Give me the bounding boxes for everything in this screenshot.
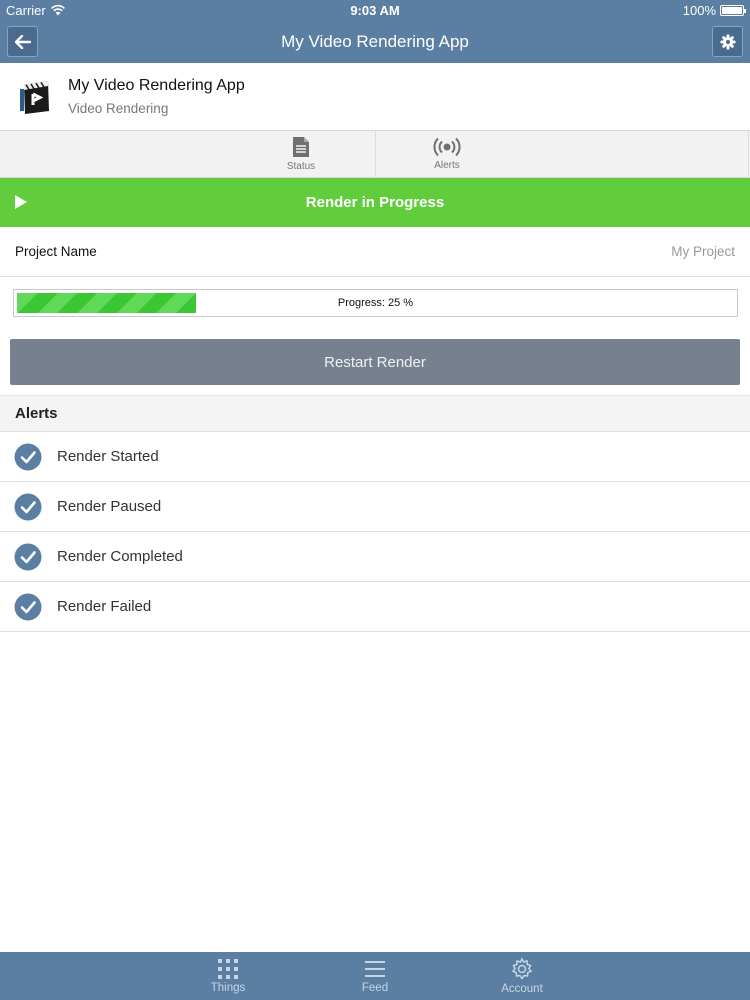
project-row: Project Name My Project (0, 227, 750, 277)
tab-status-label: Status (286, 161, 316, 172)
alerts-header: Alerts (0, 395, 750, 432)
alert-item-render-failed[interactable]: Render Failed (0, 582, 750, 632)
banner-text: Render in Progress (305, 194, 445, 211)
back-arrow-icon (14, 34, 31, 49)
bottom-tab-account[interactable]: Account (477, 952, 567, 1000)
gear-icon (720, 34, 735, 49)
app-header: My Video Rendering App Video Rendering (0, 63, 750, 131)
carrier-label: Carrier (6, 2, 46, 18)
alert-item-render-started[interactable]: Render Started (0, 432, 750, 482)
status-left: Carrier (6, 3, 66, 18)
bottom-tab-things[interactable]: Things (183, 952, 273, 1000)
alert-label: Render Started (57, 448, 159, 465)
app-name: My Video Rendering App (68, 77, 245, 94)
settings-button[interactable] (712, 26, 743, 57)
alert-label: Render Paused (57, 498, 162, 515)
grid-icon (218, 959, 238, 979)
progress-text: Progress: 25 % (337, 297, 414, 309)
back-button[interactable] (7, 26, 38, 57)
bottom-tab-feed[interactable]: Feed (330, 952, 420, 1000)
tab-bar: Status Alerts (0, 131, 750, 178)
nav-bar: My Video Rendering App (0, 20, 750, 63)
check-circle-icon[interactable] (14, 493, 42, 521)
tab-alerts-label: Alerts (434, 160, 460, 171)
project-label: Project Name (15, 244, 97, 259)
check-circle-icon[interactable] (14, 443, 42, 471)
document-icon (293, 137, 309, 157)
broadcast-icon (433, 137, 461, 157)
status-bar: Carrier 9:03 AM 100% (0, 0, 750, 20)
bottom-tab-bar: Things Feed Account (0, 952, 750, 1000)
check-circle-icon[interactable] (14, 543, 42, 571)
alert-item-render-paused[interactable]: Render Paused (0, 482, 750, 532)
status-time: 9:03 AM (350, 2, 400, 18)
app-subtitle: Video Rendering (68, 101, 169, 116)
battery-label: 100% (682, 2, 716, 18)
nav-title: My Video Rendering App (281, 31, 469, 51)
status-right: 100% (682, 2, 746, 18)
alert-list: Render Started Render Paused Render Comp… (0, 432, 750, 632)
alert-item-render-completed[interactable]: Render Completed (0, 532, 750, 582)
bottom-tab-label: Things (210, 982, 246, 994)
app-logo-icon (20, 80, 49, 114)
wifi-icon (50, 4, 65, 16)
alert-label: Render Failed (57, 598, 152, 615)
restart-render-button[interactable]: Restart Render (10, 339, 740, 385)
render-status-banner: Render in Progress (0, 178, 750, 227)
bottom-tab-label: Feed (361, 982, 389, 994)
tab-alerts[interactable]: Alerts (372, 131, 522, 177)
bottom-tab-label: Account (501, 983, 543, 995)
app-info: My Video Rendering App Video Rendering (68, 77, 245, 116)
tab-status[interactable]: Status (226, 131, 376, 177)
alert-label: Render Completed (57, 548, 183, 565)
battery-icon (720, 4, 746, 16)
tab-edge (748, 131, 749, 177)
progress-bar: Progress: 25 % (13, 289, 738, 317)
play-icon (15, 195, 27, 209)
project-value: My Project (671, 244, 735, 259)
check-circle-icon[interactable] (14, 593, 42, 621)
menu-lines-icon (365, 961, 385, 977)
gear-icon (511, 957, 533, 980)
